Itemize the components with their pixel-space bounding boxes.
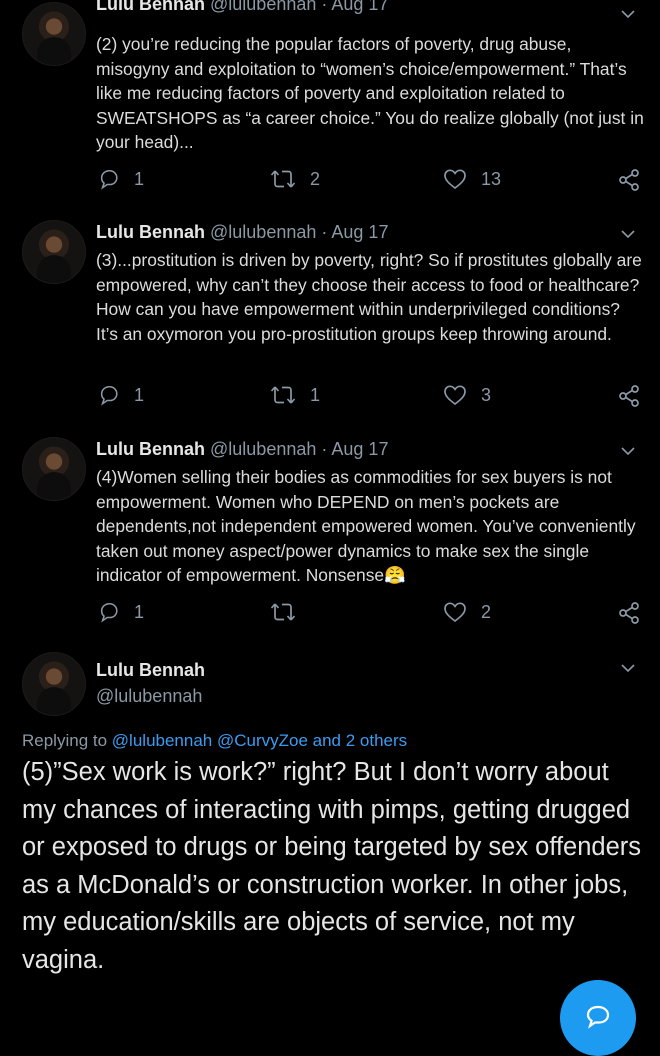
retweet-icon <box>270 603 296 621</box>
compose-button[interactable] <box>560 980 636 1056</box>
reply-count: 1 <box>134 168 145 189</box>
author-name[interactable]: Lulu Bennah <box>96 439 205 459</box>
tweet-text: (2) you’re reducing the popular factors … <box>96 34 644 153</box>
avatar[interactable] <box>22 2 86 66</box>
tweet-text: (4)Women selling their bodies as commodi… <box>96 467 636 586</box>
heart-icon <box>444 385 466 406</box>
replying-to: Replying to @lulubennah @CurvyZoe and 2 … <box>22 731 407 751</box>
tweet-actions: 1 2 13 <box>0 168 660 194</box>
like-button[interactable]: 3 <box>443 384 491 406</box>
author-name[interactable]: Lulu Bennah <box>96 0 205 14</box>
retweet-count: 2 <box>310 168 321 189</box>
avatar[interactable] <box>22 437 86 501</box>
heart-icon <box>444 169 466 190</box>
author-handle[interactable]: @lulubennah <box>210 0 316 14</box>
tweet-actions: 1 2 <box>0 601 660 627</box>
tweet-header: Lulu Bennah @lulubennah · Aug 17 <box>96 439 388 460</box>
tweet-actions: 1 1 3 <box>0 384 660 410</box>
reply-button[interactable]: 1 <box>98 168 144 190</box>
tweet[interactable]: Lulu Bennah @lulubennah · Aug 17 (4)Wome… <box>0 437 660 647</box>
retweet-button[interactable]: 1 <box>270 384 320 406</box>
chevron-down-icon[interactable] <box>620 6 636 22</box>
avatar[interactable] <box>22 220 86 284</box>
like-count: 3 <box>481 384 492 405</box>
like-button[interactable]: 2 <box>443 601 491 623</box>
reply-count: 1 <box>134 384 145 405</box>
tweet-date[interactable]: Aug 17 <box>331 222 388 242</box>
chevron-down-icon[interactable] <box>620 660 636 676</box>
tweet[interactable]: Lulu Bennah @lulubennah · Aug 17 (3)...p… <box>0 220 660 430</box>
retweet-button[interactable]: 2 <box>270 168 320 190</box>
reply-icon <box>100 385 118 406</box>
avatar[interactable] <box>22 652 86 716</box>
author-name[interactable]: Lulu Bennah <box>96 660 205 681</box>
share-button[interactable] <box>617 384 655 408</box>
tweet-text: (5)”Sex work is work?” right? But I don’… <box>22 758 642 974</box>
like-count: 2 <box>481 601 492 622</box>
like-count: 13 <box>481 168 502 189</box>
tweet[interactable]: Lulu Bennah @lulubennah · Aug 17 (2) you… <box>0 0 660 210</box>
focused-tweet[interactable]: Lulu Bennah @lulubennah Replying to @lul… <box>0 652 660 1024</box>
compose-icon <box>586 1005 610 1029</box>
tweet-header: Lulu Bennah @lulubennah · Aug 17 <box>96 0 388 15</box>
chevron-down-icon[interactable] <box>620 226 636 242</box>
replying-to-links[interactable]: @lulubennah @CurvyZoe and 2 others <box>112 731 407 750</box>
author-handle[interactable]: @lulubennah <box>210 222 316 242</box>
separator-dot: · <box>321 0 328 14</box>
separator-dot: · <box>321 222 328 242</box>
retweet-button[interactable] <box>270 601 310 623</box>
share-icon <box>619 602 639 624</box>
share-button[interactable] <box>617 601 655 625</box>
tweet-date[interactable]: Aug 17 <box>331 0 388 14</box>
share-button[interactable] <box>617 168 655 192</box>
author-handle[interactable]: @lulubennah <box>96 686 202 707</box>
author-handle[interactable]: @lulubennah <box>210 439 316 459</box>
reply-icon <box>100 169 118 190</box>
replying-prefix: Replying to <box>22 731 108 750</box>
reply-button[interactable]: 1 <box>98 384 144 406</box>
retweet-icon <box>270 386 296 404</box>
tweet-header: Lulu Bennah @lulubennah · Aug 17 <box>96 222 388 243</box>
share-icon <box>619 169 639 191</box>
author-name[interactable]: Lulu Bennah <box>96 222 205 242</box>
tweet-date[interactable]: Aug 17 <box>331 439 388 459</box>
reply-button[interactable]: 1 <box>98 601 144 623</box>
reply-count: 1 <box>134 601 145 622</box>
separator-dot: · <box>321 439 328 459</box>
heart-icon <box>444 602 466 623</box>
tweet-text: (3)...prostitution is driven by poverty,… <box>96 250 642 344</box>
reply-icon <box>100 602 118 623</box>
retweet-icon <box>270 170 296 188</box>
share-icon <box>619 385 639 407</box>
retweet-count: 1 <box>310 384 321 405</box>
like-button[interactable]: 13 <box>443 168 501 190</box>
chevron-down-icon[interactable] <box>620 443 636 459</box>
